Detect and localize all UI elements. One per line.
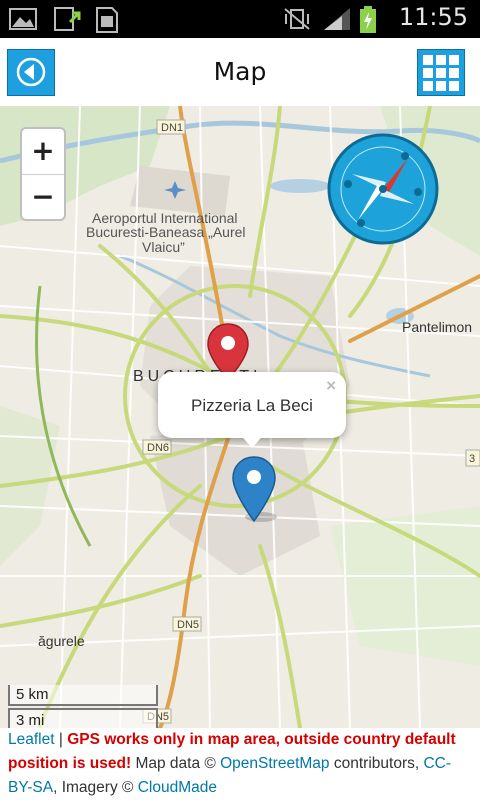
signal-icon xyxy=(324,8,350,30)
grid-icon xyxy=(423,55,459,91)
attribution-separator: | xyxy=(54,731,68,748)
status-bar: 11:55 xyxy=(0,0,480,38)
label-airport-3: Vlaicu” xyxy=(142,239,185,255)
popup-close-button[interactable]: × xyxy=(326,376,336,396)
action-bar: Map xyxy=(0,38,480,107)
pizzeria-marker[interactable] xyxy=(231,455,277,525)
scale-metric: 5 km xyxy=(8,685,158,706)
label-num3: 3 xyxy=(469,453,475,465)
marker-popup: × Pizzeria La Beci xyxy=(158,372,346,448)
map-data-text: Map data © xyxy=(131,755,221,772)
scale-imperial: 3 mi xyxy=(8,708,158,729)
leaflet-link[interactable]: Leaflet xyxy=(8,731,55,748)
cloudmade-link[interactable]: CloudMade xyxy=(138,779,217,796)
upload-icon xyxy=(54,7,81,31)
battery-charging-icon xyxy=(360,6,376,33)
osm-link[interactable]: OpenStreetMap xyxy=(220,755,329,772)
map-attribution: Leaflet | GPS works only in map area, ou… xyxy=(0,728,480,800)
menu-grid-button[interactable] xyxy=(417,49,465,96)
page-title: Map xyxy=(213,57,267,86)
zoom-in-button[interactable]: + xyxy=(22,129,64,175)
sim-card-icon xyxy=(96,7,118,33)
label-magurele: ăgurele xyxy=(38,633,85,649)
gallery-icon xyxy=(9,8,37,30)
clock: 11:55 xyxy=(398,3,468,31)
zoom-out-button[interactable]: − xyxy=(22,175,64,220)
imagery-text: , Imagery © xyxy=(53,779,138,796)
popup-text: Pizzeria La Beci xyxy=(191,396,313,415)
compass-icon[interactable] xyxy=(326,132,440,246)
label-dn5a: DN5 xyxy=(177,619,199,631)
popup-tip xyxy=(238,432,266,448)
zoom-control: + − xyxy=(20,127,66,221)
label-pantelimon: Pantelimon xyxy=(402,319,472,335)
muted-vibrate-icon xyxy=(284,8,310,30)
scale-bar: 5 km 3 mi xyxy=(8,685,158,729)
label-dn6: DN6 xyxy=(147,442,169,454)
label-airport-2: Bucuresti-Baneasa „Aurel xyxy=(86,224,246,240)
contributors-text: contributors, xyxy=(329,755,424,772)
label-dn1: DN1 xyxy=(161,122,183,134)
